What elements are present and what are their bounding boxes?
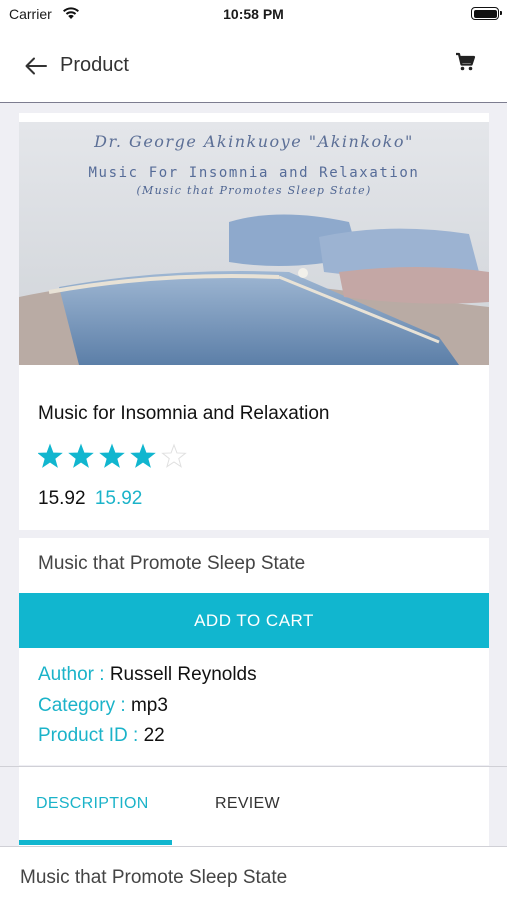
short-description-box: Music that Promote Sleep State bbox=[19, 538, 489, 593]
page-title: Product bbox=[60, 54, 129, 76]
product-sale-price: 15.92 bbox=[94, 488, 143, 509]
tab-review[interactable]: REVIEW bbox=[215, 795, 280, 813]
active-tab-indicator bbox=[19, 840, 172, 845]
star-filled-icon bbox=[68, 443, 94, 468]
star-empty-icon bbox=[161, 443, 187, 468]
nav-bar: Product bbox=[0, 28, 507, 103]
author-row: Author : Russell Reynolds bbox=[38, 664, 257, 686]
status-bar: Carrier 10:58 PM bbox=[0, 0, 507, 28]
product-card: Dr. George Akinkuoye "Akinkoko" Music Fo… bbox=[19, 113, 489, 530]
tab-description[interactable]: DESCRIPTION bbox=[36, 795, 149, 813]
short-description: Music that Promote Sleep State bbox=[38, 553, 306, 574]
description-text: Music that Promote Sleep State bbox=[20, 867, 288, 888]
category-value: mp3 bbox=[130, 695, 168, 716]
category-row: Category : mp3 bbox=[38, 695, 168, 717]
description-panel: Music that Promote Sleep State bbox=[0, 846, 507, 900]
price-row: 15.92 15.92 bbox=[38, 488, 142, 510]
product-id-label: Product ID : bbox=[38, 725, 139, 746]
star-filled-icon bbox=[99, 443, 125, 468]
star-filled-icon bbox=[130, 443, 156, 468]
product-id-value: 22 bbox=[143, 725, 165, 746]
battery-icon bbox=[471, 7, 502, 20]
product-meta: Author : Russell Reynolds Category : mp3… bbox=[19, 648, 489, 765]
cart-icon[interactable] bbox=[453, 50, 477, 74]
tab-bar: DESCRIPTION REVIEW bbox=[0, 766, 507, 846]
product-image: Dr. George Akinkuoye "Akinkoko" Music Fo… bbox=[19, 122, 489, 365]
star-filled-icon bbox=[38, 443, 63, 468]
add-to-cart-button[interactable]: ADD TO CART bbox=[19, 593, 489, 648]
tab-bar-inner: DESCRIPTION REVIEW bbox=[19, 767, 489, 846]
image-author-text: Dr. George Akinkuoye "Akinkoko" bbox=[94, 132, 414, 151]
rating-stars bbox=[38, 443, 187, 468]
arrow-left-icon[interactable] bbox=[22, 52, 50, 80]
product-price: 15.92 bbox=[38, 488, 86, 509]
status-time: 10:58 PM bbox=[223, 6, 284, 22]
product-id-row: Product ID : 22 bbox=[38, 725, 165, 747]
product-name: Music for Insomnia and Relaxation bbox=[38, 403, 330, 424]
image-subtitle-text: (Music that Promotes Sleep State) bbox=[136, 184, 372, 197]
category-label: Category : bbox=[38, 695, 126, 716]
image-title-text: Music For Insomnia and Relaxation bbox=[88, 165, 420, 181]
author-label: Author : bbox=[38, 664, 105, 685]
author-value: Russell Reynolds bbox=[109, 664, 257, 685]
